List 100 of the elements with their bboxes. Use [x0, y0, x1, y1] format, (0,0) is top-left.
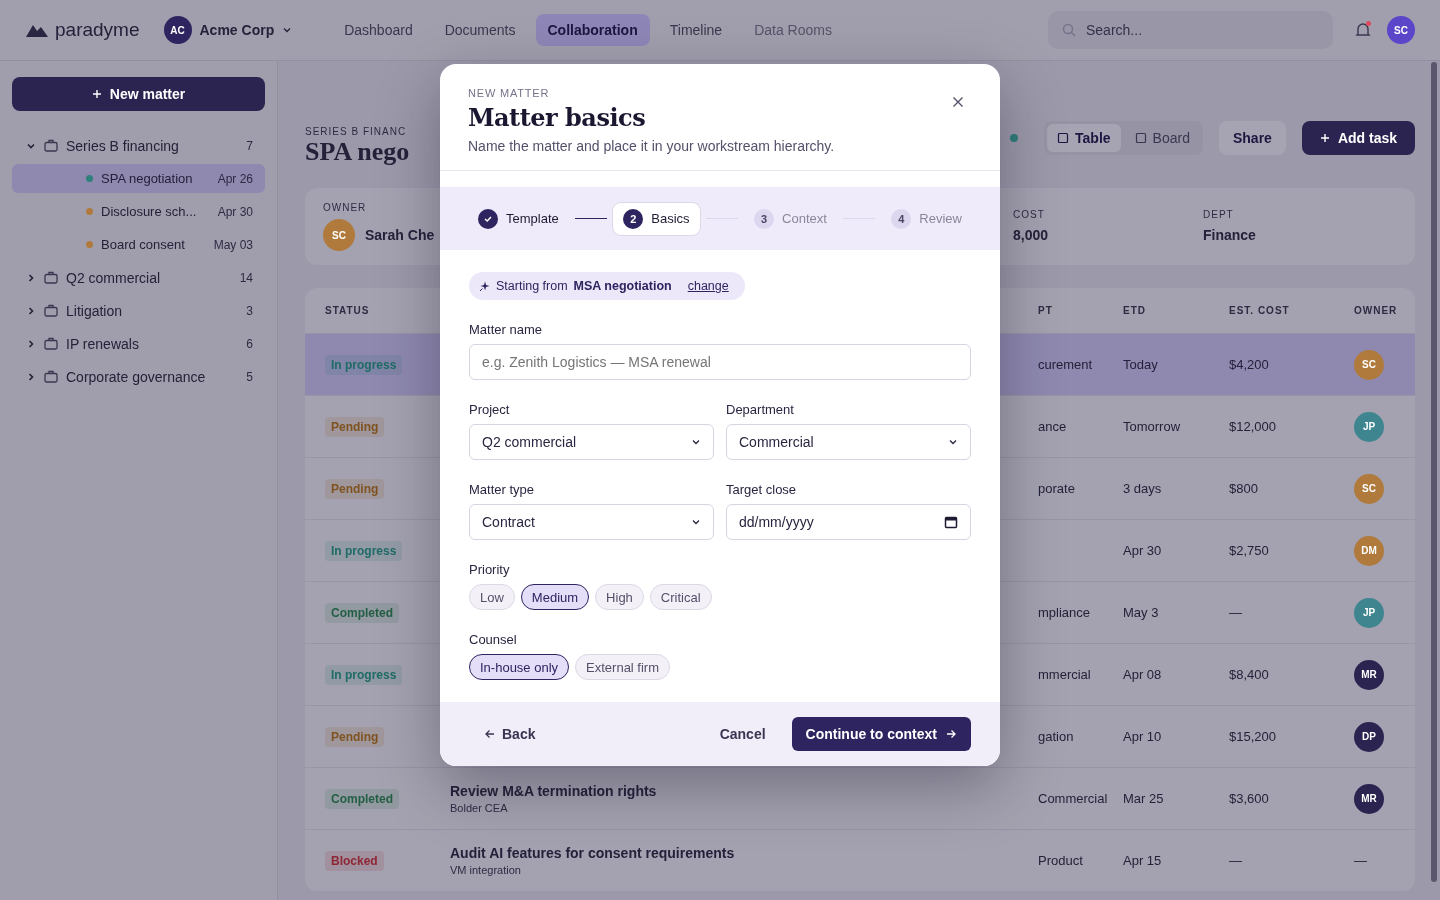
square-icon	[1134, 132, 1147, 144]
sparkle-icon	[479, 280, 490, 292]
status-badge: Completed	[325, 602, 399, 623]
plus-icon	[91, 89, 102, 99]
bell-icon[interactable]	[1355, 21, 1371, 39]
item-count: 14	[239, 270, 253, 285]
column-header: OWNER	[1353, 305, 1399, 316]
wizard-step[interactable]: Template	[468, 202, 569, 235]
tree-item[interactable]: Q2 commercial	[66, 269, 161, 286]
tree-item[interactable]: Corporate governance	[66, 368, 206, 385]
field-label: Project	[469, 402, 511, 417]
table-cell-text: $4,200	[1228, 357, 1270, 372]
wizard-step[interactable]: 3 Context	[744, 202, 837, 235]
table-cell-text: mmercial	[1037, 667, 1092, 682]
date-field[interactable]: dd/mm/yyyy	[726, 504, 971, 540]
table-cell-text: $15,200	[1228, 729, 1277, 744]
step-number: 3	[754, 208, 775, 229]
table-cell-text: $8,400	[1228, 667, 1270, 682]
table-cell-text: $2,750	[1228, 543, 1270, 558]
template-name: MSA negotiation	[573, 279, 672, 293]
chevron-right-icon[interactable]	[26, 338, 36, 349]
table-cell-text: ance	[1037, 419, 1068, 434]
workspace-name[interactable]: Acme Corp	[199, 22, 275, 38]
tree-item[interactable]: Board consent May 03	[12, 230, 265, 259]
column-header: STATUS	[324, 305, 371, 316]
owner-avatar: DP	[1354, 721, 1384, 752]
nav-tab[interactable]: Dashboard	[332, 14, 425, 46]
option-chip[interactable]: Medium	[520, 584, 590, 610]
tree-item[interactable]: Series B financing	[66, 137, 179, 154]
item-date: Apr 26	[217, 171, 253, 186]
field-value: 8,000	[1013, 227, 1049, 243]
workspace-avatar[interactable]: AC	[163, 16, 192, 44]
owner-avatar: DM	[1354, 535, 1384, 566]
item-date: Apr 30	[217, 204, 253, 219]
status-dot	[1010, 134, 1019, 142]
table-cell-text: May 3	[1122, 605, 1160, 620]
new-matter-button[interactable]: New matter	[12, 77, 265, 111]
option-chip[interactable]: External firm	[575, 654, 671, 680]
table-cell-text: $3,600	[1228, 791, 1270, 806]
nav-tab[interactable]: Documents	[432, 14, 528, 46]
table-cell-text: curement	[1037, 357, 1094, 372]
tree-item[interactable]: Disclosure sch... Apr 30	[12, 197, 265, 226]
owner-avatar: SC	[1354, 349, 1384, 380]
briefcase-icon	[44, 139, 58, 152]
option-chip[interactable]: High	[595, 584, 644, 610]
table-cell-text: Product	[1037, 853, 1084, 868]
chevron-right-icon[interactable]	[26, 371, 36, 382]
option-chip[interactable]: Critical	[649, 584, 712, 610]
table-cell-text: $12,000	[1228, 419, 1277, 434]
chevron-right-icon[interactable]	[26, 305, 36, 316]
view-tab[interactable]: Table	[1047, 124, 1121, 152]
cancel-button[interactable]: Cancel	[707, 718, 778, 750]
tree-item-label: SPA negotiation	[101, 171, 193, 186]
task-name: Review M&A termination rights	[450, 783, 658, 799]
task-subtitle: VM integration	[450, 864, 522, 876]
table-cell-text: Today	[1122, 357, 1159, 372]
field-label: Department	[726, 402, 795, 417]
select-field[interactable]: Q2 commercial	[469, 424, 714, 460]
owner-name: Sarah Che	[365, 227, 435, 243]
share-button[interactable]: Share	[1218, 121, 1286, 155]
table-cell-text: gation	[1037, 729, 1075, 744]
owner-avatar: SC	[323, 219, 355, 251]
wizard-step[interactable]: 4 Review	[881, 202, 972, 235]
breadcrumb[interactable]: SERIES B FINANC	[305, 126, 410, 137]
search-field[interactable]: Search...	[1048, 11, 1333, 49]
status-badge: Pending	[325, 416, 385, 437]
task-subtitle: Bolder CEA	[450, 802, 509, 814]
select-field[interactable]: Commercial	[726, 424, 971, 460]
tree-item[interactable]: SPA negotiation Apr 26	[12, 164, 265, 193]
owner-avatar: MR	[1354, 783, 1384, 814]
nav-tab[interactable]: Collaboration	[535, 14, 650, 46]
matter-name-field[interactable]: e.g. Zenith Logistics — MSA renewal	[469, 344, 971, 380]
status-badge: Pending	[325, 478, 385, 499]
select-field[interactable]: Contract	[469, 504, 714, 540]
task-name: Audit AI features for consent requirements	[450, 845, 736, 861]
change-link[interactable]: change	[687, 279, 729, 293]
field-label: Priority	[469, 562, 511, 577]
view-tab[interactable]: Board	[1124, 124, 1200, 152]
tree-item[interactable]: IP renewals	[66, 335, 139, 352]
item-count: 5	[246, 369, 253, 384]
table-cell-text: —	[1228, 853, 1243, 868]
page-title: SPA nego	[305, 137, 410, 167]
chevron-right-icon[interactable]	[26, 272, 36, 283]
table-cell: —	[1354, 853, 1367, 868]
table-cell-text: porate	[1037, 481, 1076, 496]
tree-item-label: Board consent	[101, 237, 185, 252]
step-number: 2	[623, 208, 644, 229]
option-chip[interactable]: Low	[469, 584, 515, 610]
tree-item[interactable]: Litigation	[66, 302, 123, 319]
add-task-button[interactable]: Add task	[1301, 121, 1415, 155]
owner-avatar: JP	[1354, 597, 1384, 628]
item-count: 6	[246, 336, 253, 351]
table-cell-text: Apr 15	[1122, 853, 1163, 868]
user-avatar[interactable]: SC	[1387, 16, 1415, 44]
nav-tab[interactable]: Timeline	[657, 14, 735, 46]
owner-avatar: SC	[1354, 473, 1384, 504]
option-chip[interactable]: In-house only	[469, 654, 570, 680]
search-icon	[1062, 23, 1076, 37]
continue-button[interactable]: Continue to context	[791, 717, 971, 751]
back-button[interactable]: Back	[476, 720, 544, 748]
